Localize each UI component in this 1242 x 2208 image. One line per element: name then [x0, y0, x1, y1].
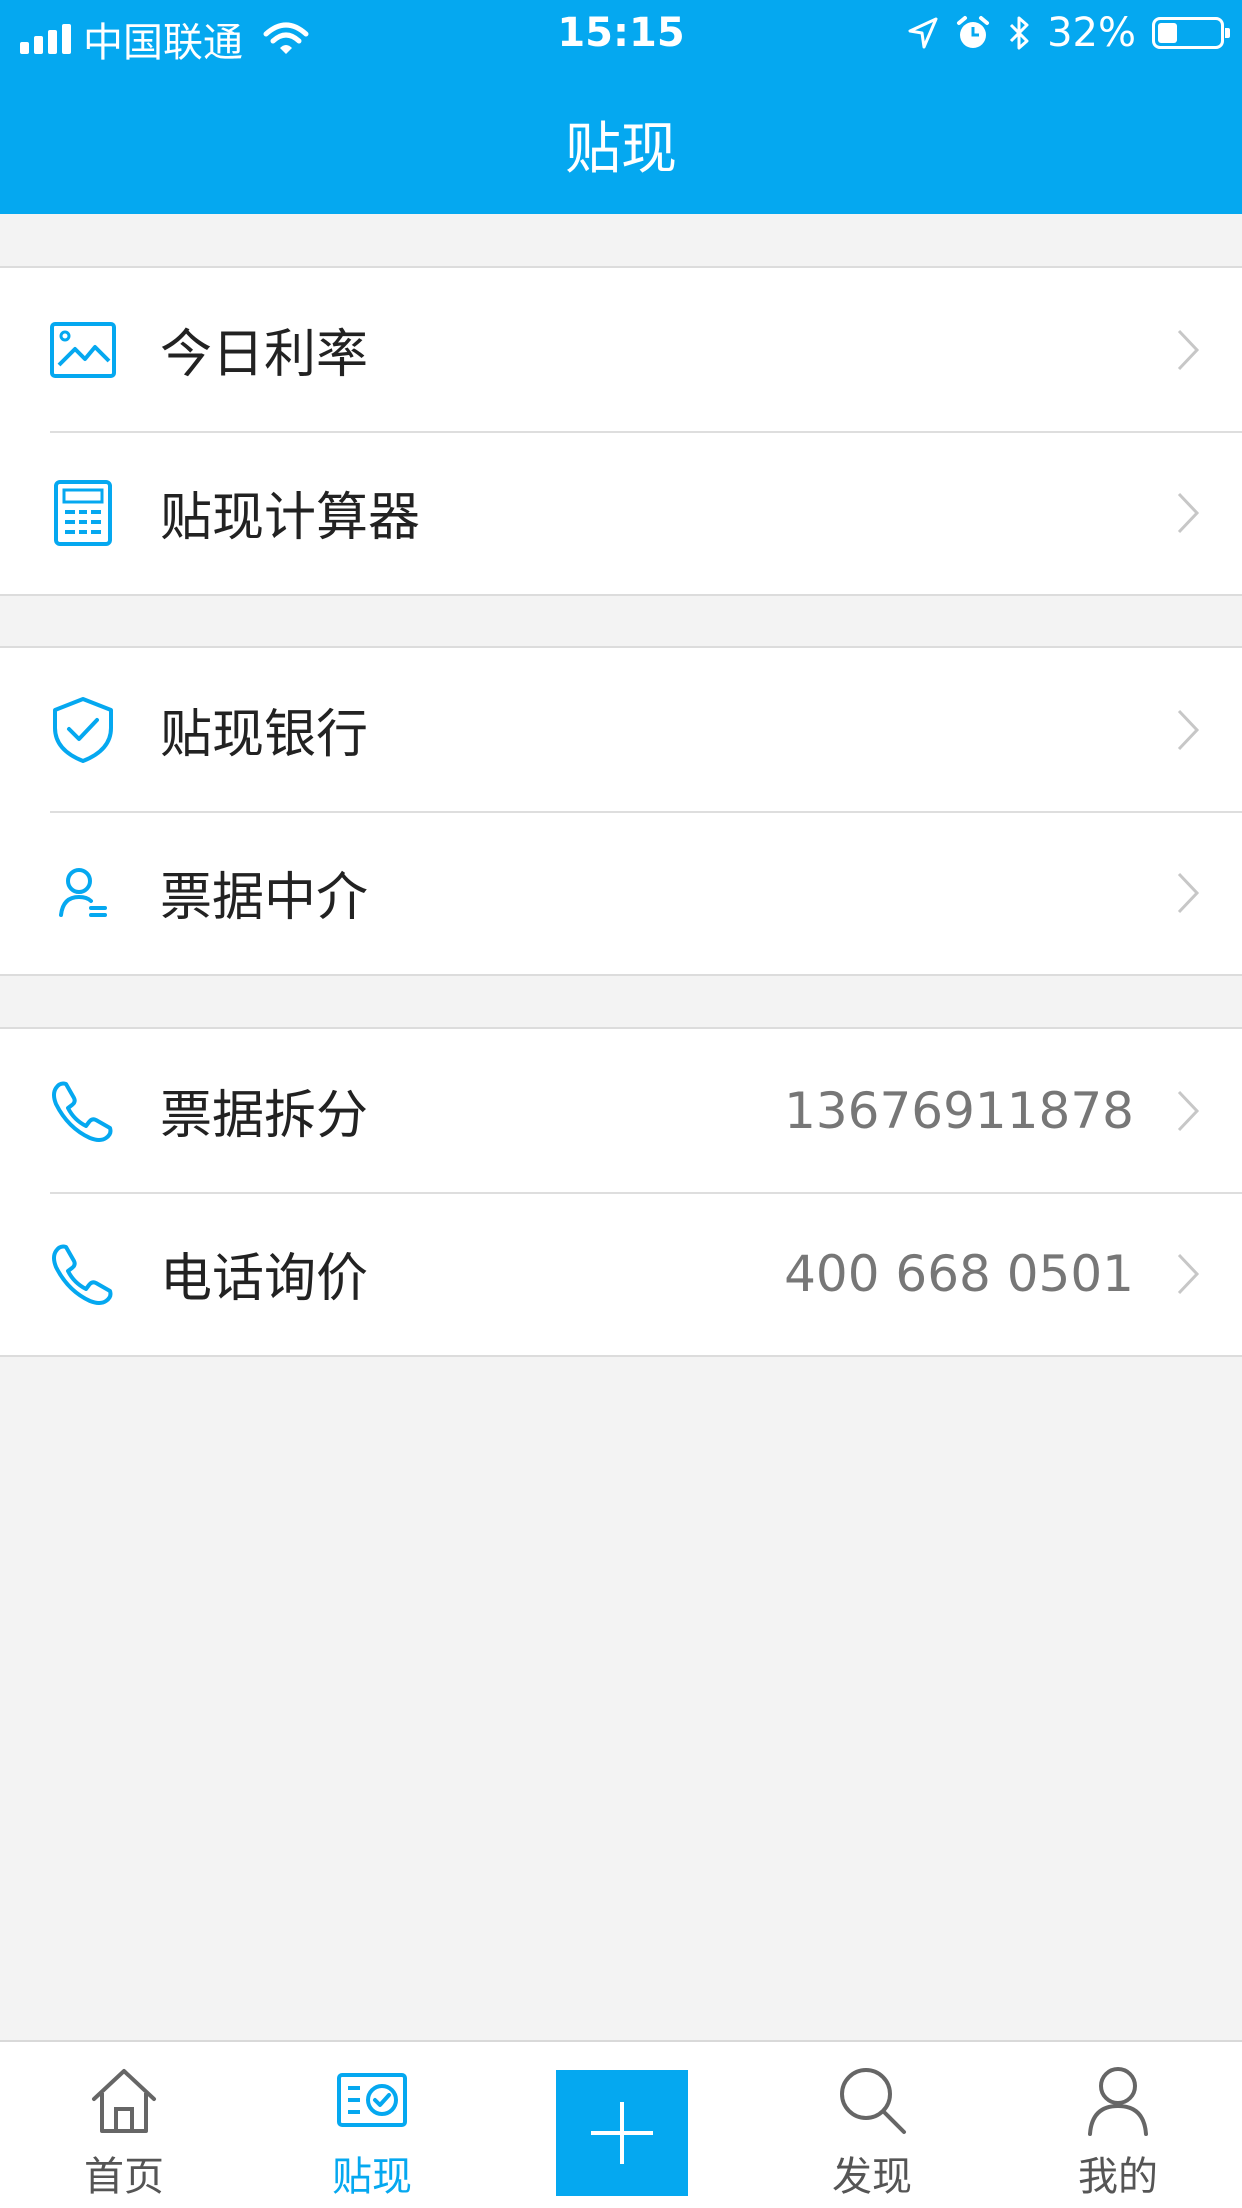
alarm-icon — [957, 16, 990, 48]
user-icon — [48, 858, 118, 928]
phone-icon — [48, 1239, 118, 1309]
image-icon — [48, 315, 118, 385]
phone-icon — [48, 1076, 118, 1146]
chevron-right-icon — [1168, 705, 1208, 755]
tab-bar: 首页 贴现 发现 我的 — [0, 2040, 1242, 2208]
chevron-right-icon — [1168, 325, 1208, 375]
home-icon — [44, 2058, 204, 2142]
tab-label: 首页 — [84, 2154, 164, 2200]
battery-percent: 32% — [1047, 10, 1136, 56]
tab-discount[interactable]: 贴现 — [292, 2058, 452, 2202]
chevron-right-icon — [1168, 1086, 1208, 1136]
row-today-rate[interactable]: 今日利率 — [0, 268, 1242, 431]
tab-label: 我的 — [1078, 2154, 1158, 2200]
location-icon — [908, 17, 938, 49]
chevron-right-icon — [1168, 488, 1208, 538]
tab-home[interactable]: 首页 — [44, 2058, 204, 2202]
row-phone-inquiry[interactable]: 电话询价 400 668 0501 — [0, 1192, 1242, 1355]
phone-number: 13676911878 — [784, 1081, 1134, 1140]
tab-label: 发现 — [832, 2154, 912, 2200]
status-bar: 中国联通 15:15 32% — [0, 0, 1242, 70]
app-header: 中国联通 15:15 32% 贴现 — [0, 0, 1242, 214]
row-label: 电话询价 — [160, 1249, 369, 1309]
tab-label: 贴现 — [332, 2154, 412, 2200]
row-discount-calculator[interactable]: 贴现计算器 — [0, 431, 1242, 594]
battery-icon — [1152, 17, 1230, 49]
user-icon — [1038, 2058, 1198, 2142]
row-bill-broker[interactable]: 票据中介 — [0, 811, 1242, 974]
add-button[interactable] — [556, 2070, 688, 2196]
contact-group: 票据拆分 13676911878 电话询价 400 668 0501 — [0, 1027, 1242, 1357]
row-bill-split[interactable]: 票据拆分 13676911878 — [0, 1029, 1242, 1192]
calculator-icon — [48, 478, 118, 548]
row-label: 票据中介 — [160, 868, 369, 928]
tab-discover[interactable]: 发现 — [792, 2058, 952, 2202]
row-label: 票据拆分 — [160, 1086, 369, 1146]
row-label: 今日利率 — [160, 325, 369, 385]
plus-icon — [591, 2102, 653, 2164]
page-title: 贴现 — [565, 117, 677, 182]
search-icon — [792, 2058, 952, 2142]
tab-mine[interactable]: 我的 — [1038, 2058, 1198, 2202]
chevron-right-icon — [1168, 1249, 1208, 1299]
phone-number: 400 668 0501 — [784, 1244, 1134, 1303]
bluetooth-icon — [1010, 16, 1029, 50]
rate-tools-group: 今日利率 贴现计算器 — [0, 266, 1242, 596]
institutions-group: 贴现银行 票据中介 — [0, 646, 1242, 976]
row-discount-bank[interactable]: 贴现银行 — [0, 648, 1242, 811]
row-label: 贴现银行 — [160, 705, 369, 765]
chevron-right-icon — [1168, 868, 1208, 918]
discount-icon — [292, 2058, 452, 2142]
shield-check-icon — [48, 695, 118, 765]
row-label: 贴现计算器 — [160, 488, 421, 548]
